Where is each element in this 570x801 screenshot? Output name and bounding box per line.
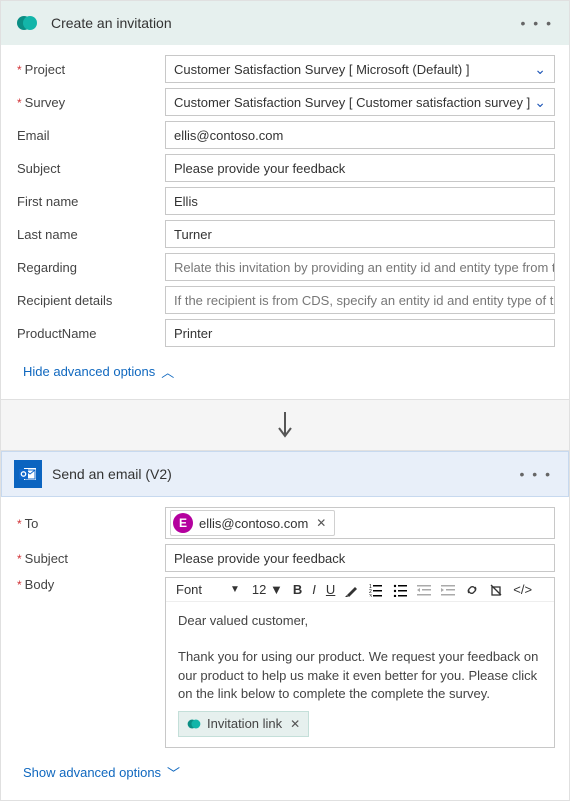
- body-greeting: Dear valued customer,: [178, 612, 542, 630]
- bullet-list-icon[interactable]: [391, 583, 409, 597]
- project-dropdown[interactable]: Customer Satisfaction Survey [ Microsoft…: [165, 55, 555, 83]
- lastname-input[interactable]: Turner: [165, 220, 555, 248]
- outlook-icon: [14, 460, 42, 488]
- to-input[interactable]: E ellis@contoso.com ✕: [165, 507, 555, 539]
- survey-dropdown[interactable]: Customer Satisfaction Survey [ Customer …: [165, 88, 555, 116]
- font-size-select[interactable]: 12 ▼: [250, 582, 285, 597]
- forms-icon: [13, 9, 41, 37]
- chevron-down-icon: ⌄: [534, 61, 546, 78]
- recipient-chip[interactable]: E ellis@contoso.com ✕: [170, 510, 335, 536]
- underline-icon[interactable]: U: [324, 582, 337, 597]
- card-header[interactable]: Create an invitation • • •: [1, 1, 569, 45]
- body-text: Thank you for using our product. We requ…: [178, 648, 542, 703]
- label-firstname: First name: [15, 194, 165, 209]
- body-content[interactable]: Dear valued customer, Thank you for usin…: [166, 602, 554, 747]
- rich-text-toolbar: Font▼ 12 ▼ B I U 123: [166, 578, 554, 602]
- label-regarding: Regarding: [15, 260, 165, 275]
- label-survey: Survey: [15, 95, 165, 110]
- show-advanced-toggle[interactable]: Show advanced options ﹀: [15, 753, 555, 794]
- remove-chip-icon[interactable]: ✕: [290, 716, 300, 733]
- label-subject: Subject: [15, 161, 165, 176]
- indent-icon[interactable]: [439, 583, 457, 597]
- remove-chip-icon[interactable]: ✕: [314, 516, 328, 530]
- chip-email: ellis@contoso.com: [199, 516, 308, 531]
- italic-icon[interactable]: I: [310, 582, 318, 597]
- firstname-input[interactable]: Ellis: [165, 187, 555, 215]
- email-subject-input[interactable]: Please provide your feedback: [165, 544, 555, 572]
- card-body: To E ellis@contoso.com ✕ Subject Please …: [1, 497, 569, 800]
- chevron-down-icon: ⌄: [534, 94, 546, 111]
- create-invitation-card: Create an invitation • • • Project Custo…: [0, 0, 570, 400]
- font-select[interactable]: Font▼: [174, 582, 244, 597]
- label-subject: Subject: [15, 551, 165, 566]
- code-view-icon[interactable]: </>: [511, 582, 534, 597]
- regarding-input[interactable]: Relate this invitation by providing an e…: [165, 253, 555, 281]
- card-header[interactable]: Send an email (V2) • • •: [1, 451, 569, 497]
- outdent-icon[interactable]: [415, 583, 433, 597]
- forms-icon: [187, 717, 201, 731]
- label-project: Project: [15, 62, 165, 77]
- highlight-icon[interactable]: [343, 583, 361, 597]
- recipient-input[interactable]: If the recipient is from CDS, specify an…: [165, 286, 555, 314]
- card-body: Project Customer Satisfaction Survey [ M…: [1, 45, 569, 399]
- label-product: ProductName: [15, 326, 165, 341]
- link-icon[interactable]: [463, 583, 481, 597]
- label-recipient: Recipient details: [15, 293, 165, 308]
- card-menu-icon[interactable]: • • •: [517, 15, 557, 31]
- label-to: To: [15, 516, 165, 531]
- hide-advanced-toggle[interactable]: Hide advanced options ︿: [15, 352, 555, 393]
- card-title: Send an email (V2): [52, 466, 516, 482]
- numbered-list-icon[interactable]: 123: [367, 583, 385, 597]
- chevron-down-icon: ﹀: [167, 763, 180, 782]
- card-menu-icon[interactable]: • • •: [516, 466, 556, 482]
- bold-icon[interactable]: B: [291, 582, 304, 597]
- invitation-link-chip[interactable]: Invitation link ✕: [178, 711, 309, 737]
- label-lastname: Last name: [15, 227, 165, 242]
- card-title: Create an invitation: [51, 15, 517, 31]
- subject-input[interactable]: Please provide your feedback: [165, 154, 555, 182]
- label-body: Body: [15, 577, 165, 592]
- avatar: E: [173, 513, 193, 533]
- connector-arrow: [0, 400, 570, 450]
- body-editor[interactable]: Font▼ 12 ▼ B I U 123: [165, 577, 555, 748]
- label-email: Email: [15, 128, 165, 143]
- svg-text:3: 3: [369, 594, 372, 597]
- chevron-up-icon: ︿: [161, 362, 174, 381]
- email-input[interactable]: ellis@contoso.com: [165, 121, 555, 149]
- send-email-card: Send an email (V2) • • • To E ellis@cont…: [0, 450, 570, 801]
- product-input[interactable]: Printer: [165, 319, 555, 347]
- clear-format-icon[interactable]: [487, 583, 505, 597]
